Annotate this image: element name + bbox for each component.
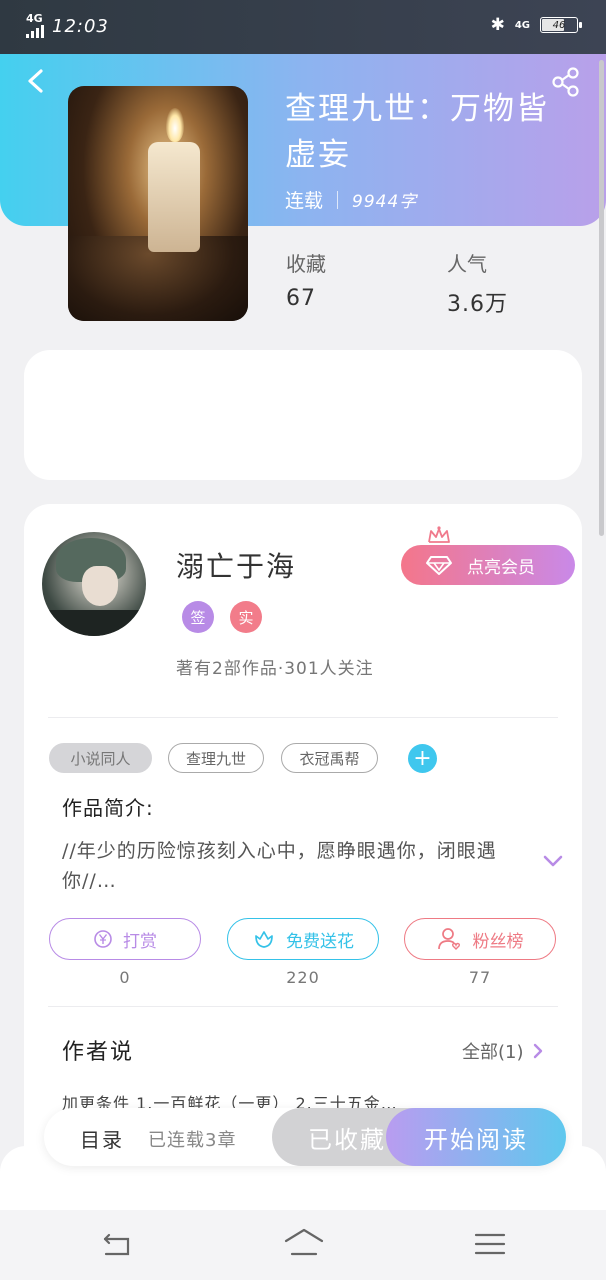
bluetooth-icon: ✱: [490, 15, 505, 35]
yen-coin-icon: [94, 930, 112, 948]
intro-text[interactable]: //年少的历险惊孩刻入心中，愿睁眼遇你，闭眼遇你//…: [62, 836, 522, 896]
tag-item[interactable]: 小说同人: [49, 743, 152, 773]
author-says-all-label: 全部(1): [462, 1042, 524, 1063]
verified-badge: 实: [230, 601, 262, 633]
signal-indicator: 4G: [26, 12, 44, 38]
author-subtitle: 著有2部作品·301人关注: [176, 659, 374, 679]
serial-status: 连载: [285, 190, 324, 212]
chevron-right-icon: [533, 1043, 542, 1059]
meta-divider: [337, 190, 339, 209]
back-nav-icon[interactable]: [98, 1226, 138, 1262]
tag-item[interactable]: 查理九世: [168, 743, 264, 773]
reward-count: 0: [119, 968, 131, 987]
author-says-title: 作者说: [62, 1040, 135, 1065]
network-type: 4G: [26, 12, 43, 25]
fans-count: 77: [468, 968, 492, 987]
book-meta: 连载 9944字: [285, 186, 417, 213]
home-nav-icon[interactable]: [284, 1226, 324, 1262]
clock: 12:03: [52, 15, 109, 37]
add-tag-button[interactable]: +: [408, 744, 437, 773]
reward-label: 打赏: [123, 931, 157, 952]
catalog-button[interactable]: 目录: [80, 1124, 124, 1153]
empty-card: [24, 350, 582, 480]
author-says-all-link[interactable]: 全部(1): [462, 1038, 544, 1064]
stat-label-favorites: 收藏: [286, 252, 326, 276]
reward-button[interactable]: 打赏: [49, 918, 201, 960]
flower-count: 220: [286, 968, 320, 987]
author-avatar[interactable]: [42, 532, 146, 636]
back-arrow-icon[interactable]: [22, 64, 52, 98]
word-count: 9944字: [352, 192, 418, 212]
flower-icon: [255, 931, 273, 948]
status-right: ✱ 4G 46: [490, 15, 582, 35]
vip-button-label: 点亮会员: [467, 557, 535, 578]
signed-badge: 签: [182, 601, 214, 633]
start-reading-button[interactable]: 开始阅读: [386, 1108, 566, 1166]
vip-button[interactable]: 点亮会员: [401, 545, 575, 585]
diamond-icon: [426, 556, 452, 575]
battery-level: 46: [552, 19, 566, 31]
fans-ranking-label: 粉丝榜: [472, 931, 524, 952]
author-name[interactable]: 溺亡于海: [176, 545, 296, 585]
stat-value-favorites: 67: [286, 286, 316, 311]
network-type-right: 4G: [514, 19, 530, 31]
tag-item[interactable]: 衣冠禹帮: [281, 743, 378, 773]
menu-nav-icon[interactable]: [470, 1226, 510, 1262]
battery-icon: 46: [540, 17, 582, 33]
status-left: 4G 12:03: [26, 12, 109, 38]
status-bar: 4G 12:03 ✱ 4G 46: [0, 0, 606, 54]
scrollbar[interactable]: [599, 60, 604, 536]
send-flower-label: 免费送花: [286, 931, 354, 952]
book-title: 查理九世：万物皆虚妄: [285, 91, 549, 173]
signal-bars-icon: [26, 24, 44, 38]
intro-title: 作品简介:: [62, 796, 154, 820]
stat-value-popularity: 3.6万: [447, 292, 508, 317]
fans-ranking-button[interactable]: 粉丝榜: [404, 918, 556, 960]
stat-label-popularity: 人气: [447, 252, 487, 276]
crown-icon: [428, 526, 450, 543]
chevron-down-icon[interactable]: [541, 852, 565, 870]
divider: [48, 717, 558, 718]
fans-user-icon: [437, 928, 460, 950]
divider: [48, 1006, 558, 1007]
send-flower-button[interactable]: 免费送花: [227, 918, 379, 960]
book-cover-image[interactable]: [68, 86, 248, 321]
chapter-count[interactable]: 已连载3章: [148, 1126, 236, 1152]
